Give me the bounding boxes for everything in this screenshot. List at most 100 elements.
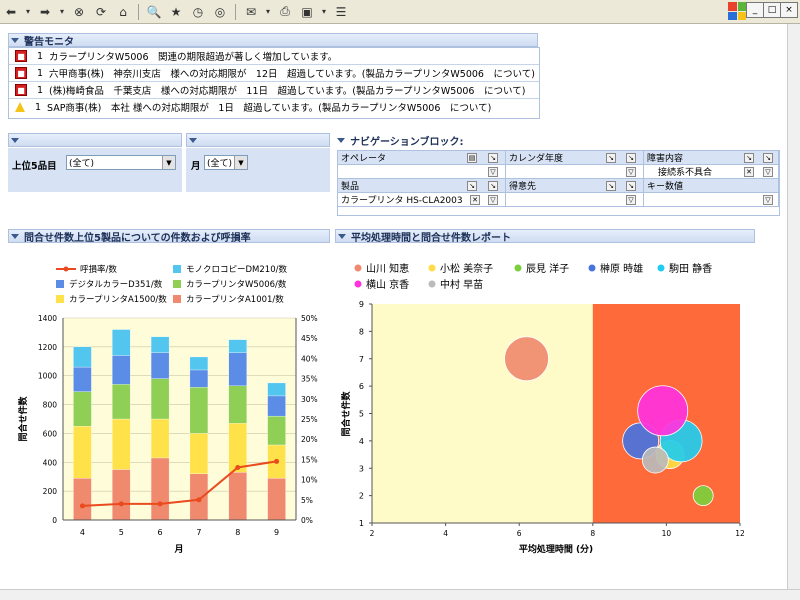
drilldown-icon[interactable]: ↘	[488, 181, 498, 191]
filter-funnel-icon[interactable]: ▽	[763, 195, 773, 205]
collapse-triangle-icon[interactable]	[338, 233, 346, 239]
bar-segment	[73, 426, 92, 479]
x-tick-label: 8	[590, 529, 595, 538]
top5-filter-header[interactable]	[8, 133, 182, 147]
collapse-triangle-icon[interactable]	[337, 137, 345, 143]
drilldown-icon[interactable]: ↘	[606, 153, 616, 163]
nav-header-product-label: 製品	[341, 182, 360, 192]
navigation-header[interactable]: ナビゲーションブロック:	[335, 133, 780, 148]
alert-text[interactable]: (株)梅崎食品 千葉支店 様への対応期限が 11日 超過しています。(製品カラー…	[49, 83, 525, 97]
plot-background	[63, 318, 296, 520]
forward-arrow-icon[interactable]: ➡	[36, 3, 54, 21]
alert-row[interactable]: ■ 1 六甲商事(株) 神奈川支店 様への対応期限が 12日 超過しています。(…	[9, 65, 539, 82]
print-icon[interactable]: ⎙	[276, 3, 294, 21]
filter-funnel-icon[interactable]: ▽	[488, 195, 498, 205]
maximize-icon[interactable]: □	[763, 2, 781, 18]
horizontal-scrollbar[interactable]	[0, 589, 800, 600]
alert-text[interactable]: カラープリンタW5006 関連の期限超過が著しく増加しています。	[49, 49, 337, 63]
search-icon[interactable]: 🔍	[145, 3, 163, 21]
bubble[interactable]	[637, 385, 689, 437]
drilldown-icon[interactable]: ↘	[626, 153, 636, 163]
alert-text[interactable]: SAP商事(株) 本社 様への対応期限が 1日 超過しています。(製品カラープリ…	[47, 100, 491, 114]
nav-cell-fault-value[interactable]: 接続系不具合	[658, 165, 712, 178]
history-icon[interactable]: ◷	[189, 3, 207, 21]
month-filter-header[interactable]	[186, 133, 330, 147]
chart1-header[interactable]: 問合せ件数上位5製品についての件数および呼損率	[8, 229, 330, 244]
collapse-triangle-icon[interactable]	[11, 233, 19, 239]
y2-tick-label: 0%	[301, 516, 313, 525]
chevron-down-icon[interactable]: ▼	[162, 156, 175, 169]
navigation-title: ナビゲーションブロック:	[350, 136, 464, 148]
vertical-scrollbar[interactable]	[787, 24, 800, 590]
nav-header-operator-label: オペレータ	[341, 154, 387, 164]
media-icon[interactable]: ◎	[211, 3, 229, 21]
collapse-triangle-icon[interactable]	[11, 137, 19, 143]
x-tick-label: 5	[119, 528, 124, 537]
collapse-triangle-icon[interactable]	[11, 37, 19, 43]
drilldown-icon[interactable]: ↘	[488, 153, 498, 163]
alert-row[interactable]: ■ 1 カラープリンタW5006 関連の期限超過が著しく増加しています。	[9, 48, 539, 65]
nav-cell-calendar-year	[506, 165, 644, 179]
drilldown-icon[interactable]: ↘	[626, 181, 636, 191]
forward-dropdown-icon[interactable]: ▾	[58, 3, 66, 21]
bubble[interactable]	[692, 485, 714, 507]
month-filter-panel: 月 (全て) ▼	[186, 148, 330, 192]
mail-icon[interactable]: ✉	[242, 3, 260, 21]
collapse-triangle-icon[interactable]	[189, 137, 197, 143]
legend-label: カラープリンタA1500/数	[69, 294, 167, 305]
stop-icon[interactable]: ⊗	[70, 3, 88, 21]
alert-text[interactable]: 六甲商事(株) 神奈川支店 様への対応期限が 12日 超過しています。(製品カラ…	[49, 66, 535, 80]
x-tick-label: 8	[235, 528, 240, 537]
filter-funnel-icon[interactable]: ▽	[626, 167, 636, 177]
favorites-icon[interactable]: ★	[167, 3, 185, 21]
nav-cell-customer	[506, 193, 644, 207]
trash-icon[interactable]: ✕	[470, 195, 480, 205]
filter-funnel-icon[interactable]: ▽	[488, 167, 498, 177]
back-arrow-icon[interactable]: ⬅	[2, 3, 20, 21]
edit-dropdown-icon[interactable]: ▾	[320, 3, 328, 21]
nav-header-key-figure-label: キー数値	[647, 182, 684, 192]
close-icon[interactable]: ×	[780, 2, 798, 18]
alert-monitor-header[interactable]: 警告モニタ	[8, 33, 538, 48]
filter-funnel-icon[interactable]: ▽	[763, 167, 773, 177]
month-select[interactable]: (全て) ▼	[204, 155, 248, 170]
bubble[interactable]	[641, 446, 669, 474]
error-flag-icon: ■	[15, 67, 27, 79]
top5-select[interactable]: (全て) ▼	[66, 155, 176, 170]
x-tick-label: 6	[158, 528, 163, 537]
legend-label: カラープリンタA1001/数	[186, 294, 284, 305]
chevron-down-icon[interactable]: ▼	[234, 156, 247, 169]
chart2-header[interactable]: 平均処理時間と問合せ件数レポート	[335, 229, 755, 244]
legend-swatch	[354, 264, 362, 272]
drilldown-icon[interactable]: ↘	[763, 153, 773, 163]
drilldown-icon[interactable]: ↘	[744, 153, 754, 163]
x-tick-label: 4	[80, 528, 85, 537]
legend-swatch	[56, 280, 64, 288]
drilldown-icon[interactable]: ↘	[606, 181, 616, 191]
home-icon[interactable]: ⌂	[114, 3, 132, 21]
edit-icon[interactable]: ▣	[298, 3, 316, 21]
drilldown-icon[interactable]: ↘	[467, 181, 477, 191]
filter-settings-icon[interactable]: ▤	[467, 153, 477, 163]
bubble[interactable]	[504, 336, 549, 382]
back-dropdown-icon[interactable]: ▾	[24, 3, 32, 21]
refresh-icon[interactable]: ⟳	[92, 3, 110, 21]
discuss-icon[interactable]: ☰	[332, 3, 350, 21]
y2-tick-label: 20%	[301, 435, 318, 444]
legend-swatch	[354, 280, 362, 288]
x-tick-label: 12	[735, 529, 745, 538]
trash-icon[interactable]: ✕	[744, 167, 754, 177]
y-tick-label: 6	[359, 382, 364, 391]
alert-count: 1	[34, 101, 41, 113]
nav-header-calendar-year-label: カレンダ年度	[509, 154, 564, 164]
chart1-legend: 呼損率/数 モノクロコピーDM210/数デジタルカラーD351/数 カラープリンタW…	[56, 264, 287, 305]
nav-cell-key-figure	[644, 193, 779, 207]
minimize-icon[interactable]: _	[746, 2, 764, 18]
alert-row[interactable]: 1 SAP商事(株) 本社 様への対応期限が 1日 超過しています。(製品カラー…	[9, 99, 539, 115]
legend-swatch	[514, 264, 522, 272]
alert-count: 1	[36, 50, 43, 62]
mail-dropdown-icon[interactable]: ▾	[264, 3, 272, 21]
filter-funnel-icon[interactable]: ▽	[626, 195, 636, 205]
nav-cell-product-value[interactable]: カラープリンタ HS-CLA2003	[341, 193, 463, 206]
alert-row[interactable]: ■ 1 (株)梅崎食品 千葉支店 様への対応期限が 11日 超過しています。(製…	[9, 82, 539, 99]
